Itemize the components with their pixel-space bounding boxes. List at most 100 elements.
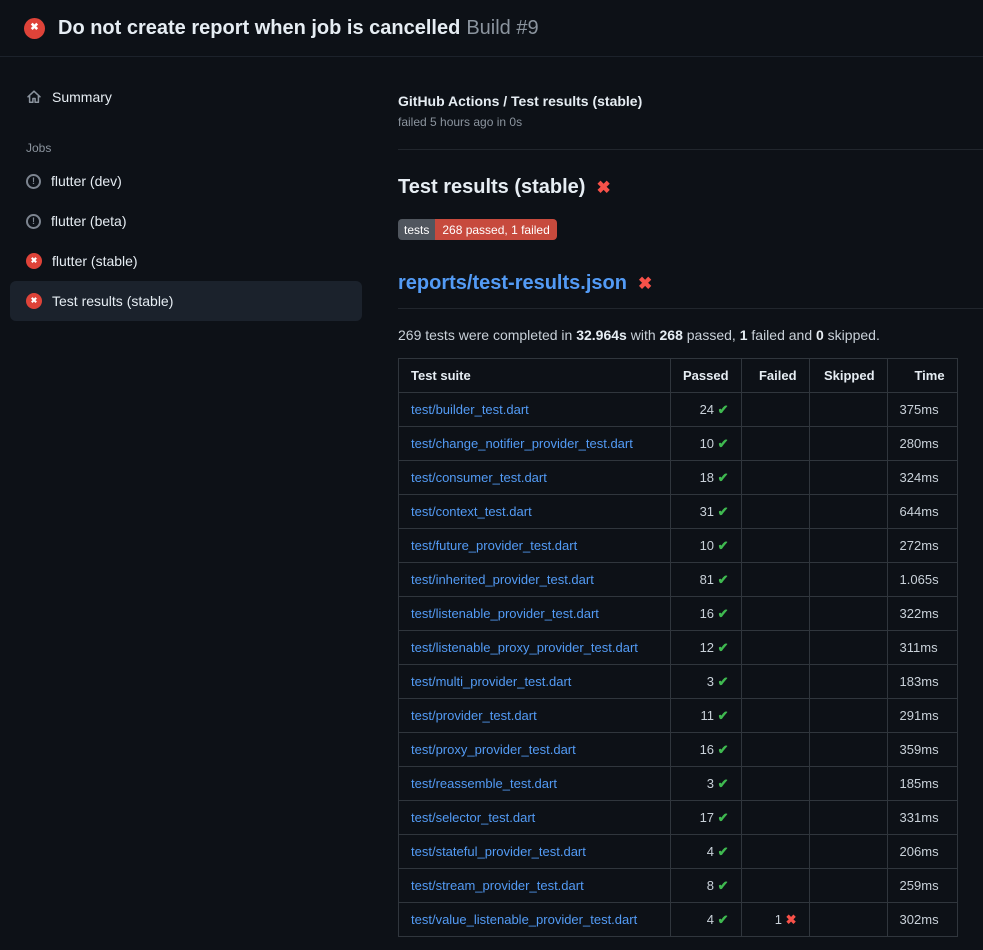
home-icon — [26, 89, 42, 105]
failed-cell — [741, 801, 809, 835]
test-suite-link[interactable]: test/future_provider_test.dart — [411, 538, 577, 553]
table-row: test/proxy_provider_test.dart 16 ✔ 359ms — [399, 733, 958, 767]
test-suite-link[interactable]: test/context_test.dart — [411, 504, 532, 519]
passed-cell: 81 ✔ — [671, 563, 742, 597]
header-test-suite: Test suite — [399, 359, 671, 393]
test-table-body: test/builder_test.dart 24 ✔ 375ms test/c… — [399, 393, 958, 937]
skipped-cell — [809, 529, 887, 563]
passed-cell: 18 ✔ — [671, 461, 742, 495]
suite-cell: test/future_provider_test.dart — [399, 529, 671, 563]
sidebar-summary-label: Summary — [52, 89, 112, 105]
test-suite-link[interactable]: test/reassemble_test.dart — [411, 776, 557, 791]
build-header: ✖ Do not create report when job is cance… — [0, 0, 983, 57]
table-row: test/context_test.dart 31 ✔ 644ms — [399, 495, 958, 529]
jobs-section-label: Jobs — [26, 141, 362, 155]
suite-cell: test/context_test.dart — [399, 495, 671, 529]
summary-text: 269 tests were completed in — [398, 327, 576, 343]
check-icon: ✔ — [718, 810, 729, 825]
suite-cell: test/value_listenable_provider_test.dart — [399, 903, 671, 937]
time-cell: 324ms — [887, 461, 957, 495]
table-row: test/future_provider_test.dart 10 ✔ 272m… — [399, 529, 958, 563]
header-skipped: Skipped — [809, 359, 887, 393]
check-icon: ✔ — [718, 606, 729, 621]
test-suite-link[interactable]: test/stateful_provider_test.dart — [411, 844, 586, 859]
tests-badge: tests 268 passed, 1 failed — [398, 219, 557, 240]
suite-cell: test/reassemble_test.dart — [399, 767, 671, 801]
sidebar: Summary Jobs ! flutter (dev) ! flutter (… — [0, 57, 372, 937]
failed-cell — [741, 563, 809, 597]
table-row: test/listenable_proxy_provider_test.dart… — [399, 631, 958, 665]
test-suite-link[interactable]: test/builder_test.dart — [411, 402, 529, 417]
failed-x-icon: ✖ — [596, 179, 610, 196]
check-icon: ✔ — [718, 912, 729, 927]
skipped-cell — [809, 427, 887, 461]
passed-cell: 31 ✔ — [671, 495, 742, 529]
passed-cell: 3 ✔ — [671, 665, 742, 699]
skipped-cell — [809, 563, 887, 597]
test-suite-link[interactable]: test/value_listenable_provider_test.dart — [411, 912, 637, 927]
section-heading: Test results (stable) ✖ — [398, 176, 983, 199]
test-results-table: Test suite Passed Failed Skipped Time te… — [398, 358, 958, 937]
test-suite-link[interactable]: test/stream_provider_test.dart — [411, 878, 584, 893]
test-suite-link[interactable]: test/selector_test.dart — [411, 810, 535, 825]
passed-cell: 16 ✔ — [671, 597, 742, 631]
report-file-link[interactable]: reports/test-results.json — [398, 272, 627, 295]
check-icon: ✔ — [718, 504, 729, 519]
suite-cell: test/builder_test.dart — [399, 393, 671, 427]
suite-cell: test/stateful_provider_test.dart — [399, 835, 671, 869]
test-suite-link[interactable]: test/multi_provider_test.dart — [411, 674, 571, 689]
test-suite-link[interactable]: test/change_notifier_provider_test.dart — [411, 436, 633, 451]
sidebar-item-flutter-dev[interactable]: ! flutter (dev) — [10, 161, 362, 201]
passed-cell: 10 ✔ — [671, 427, 742, 461]
table-row: test/selector_test.dart 17 ✔ 331ms — [399, 801, 958, 835]
test-suite-link[interactable]: test/provider_test.dart — [411, 708, 537, 723]
failed-cell — [741, 699, 809, 733]
summary-bold-value: 268 — [660, 327, 683, 343]
main-content: GitHub Actions / Test results (stable) f… — [372, 57, 983, 937]
suite-cell: test/multi_provider_test.dart — [399, 665, 671, 699]
badge-value: 268 passed, 1 failed — [435, 219, 556, 240]
time-cell: 280ms — [887, 427, 957, 461]
time-cell: 302ms — [887, 903, 957, 937]
badge-label: tests — [398, 219, 435, 240]
table-row: test/multi_provider_test.dart 3 ✔ 183ms — [399, 665, 958, 699]
test-suite-link[interactable]: test/consumer_test.dart — [411, 470, 547, 485]
failed-cell — [741, 427, 809, 461]
time-cell: 1.065s — [887, 563, 957, 597]
table-row: test/stream_provider_test.dart 8 ✔ 259ms — [399, 869, 958, 903]
sidebar-item-flutter-stable[interactable]: ✖ flutter (stable) — [10, 241, 362, 281]
suite-cell: test/listenable_provider_test.dart — [399, 597, 671, 631]
skipped-cell — [809, 699, 887, 733]
time-cell: 206ms — [887, 835, 957, 869]
test-suite-link[interactable]: test/inherited_provider_test.dart — [411, 572, 594, 587]
neutral-status-icon: ! — [26, 174, 41, 189]
failed-cell — [741, 733, 809, 767]
check-icon: ✔ — [718, 878, 729, 893]
sidebar-item-flutter-beta[interactable]: ! flutter (beta) — [10, 201, 362, 241]
failed-cell — [741, 461, 809, 495]
summary-line: 269 tests were completed in 32.964s with… — [398, 327, 983, 343]
header-failed: Failed — [741, 359, 809, 393]
sidebar-item-summary[interactable]: Summary — [10, 77, 362, 117]
check-icon: ✔ — [718, 572, 729, 587]
time-cell: 272ms — [887, 529, 957, 563]
suite-cell: test/proxy_provider_test.dart — [399, 733, 671, 767]
build-number: Build #9 — [466, 17, 538, 39]
time-cell: 375ms — [887, 393, 957, 427]
failed-cell — [741, 597, 809, 631]
passed-cell: 11 ✔ — [671, 699, 742, 733]
test-suite-link[interactable]: test/listenable_proxy_provider_test.dart — [411, 640, 638, 655]
skipped-cell — [809, 801, 887, 835]
sidebar-item-test-results-stable[interactable]: ✖ Test results (stable) — [10, 281, 362, 321]
skipped-cell — [809, 733, 887, 767]
suite-cell: test/stream_provider_test.dart — [399, 869, 671, 903]
table-row: test/inherited_provider_test.dart 81 ✔ 1… — [399, 563, 958, 597]
neutral-status-icon: ! — [26, 214, 41, 229]
failed-status-icon: ✖ — [26, 253, 42, 269]
time-cell: 291ms — [887, 699, 957, 733]
test-suite-link[interactable]: test/listenable_provider_test.dart — [411, 606, 599, 621]
build-failed-icon: ✖ — [24, 18, 45, 39]
suite-cell: test/change_notifier_provider_test.dart — [399, 427, 671, 461]
time-cell: 331ms — [887, 801, 957, 835]
test-suite-link[interactable]: test/proxy_provider_test.dart — [411, 742, 576, 757]
